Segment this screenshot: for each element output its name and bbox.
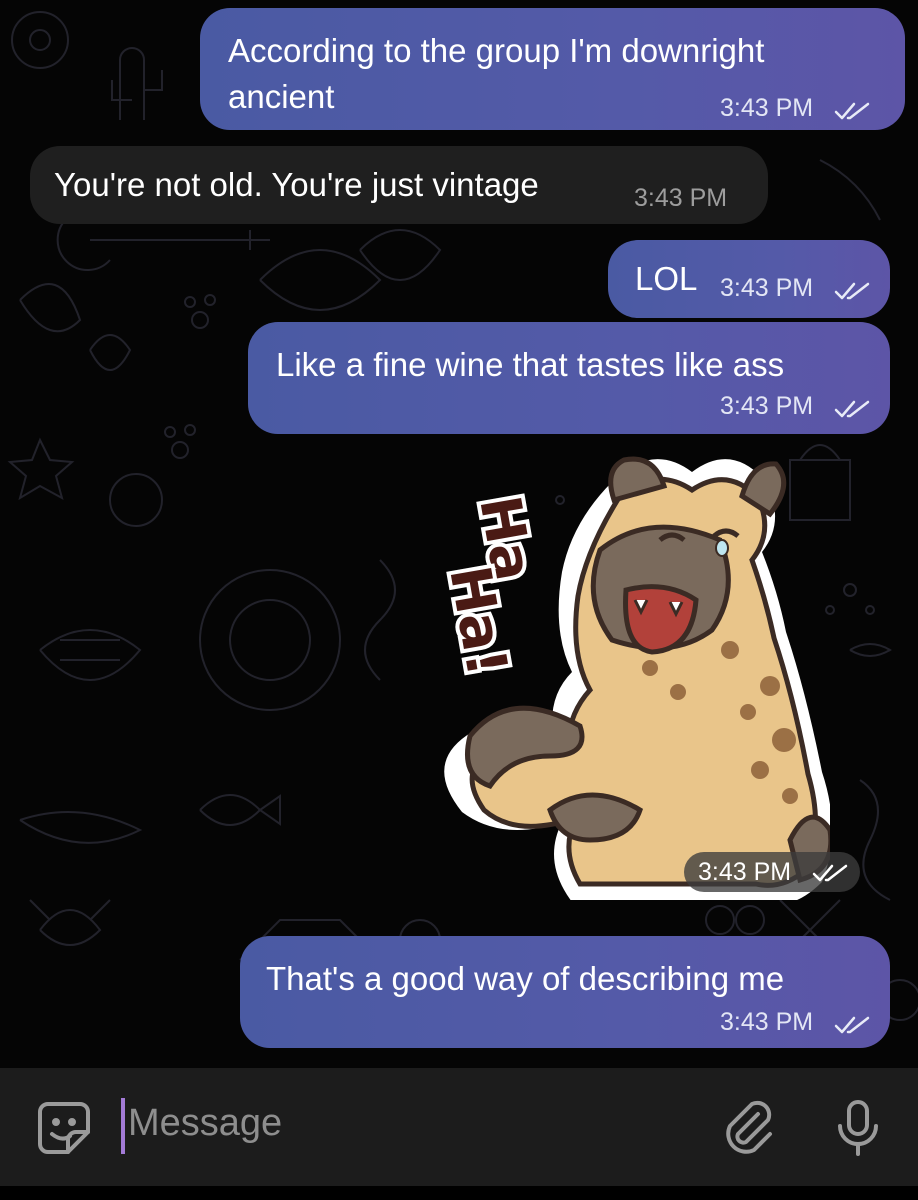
paperclip-icon[interactable] xyxy=(718,1098,778,1158)
double-check-icon xyxy=(834,102,870,120)
message-time: 3:43 PM xyxy=(720,94,814,122)
message-input[interactable]: Message xyxy=(128,1102,688,1145)
message-text-line: LOL xyxy=(635,260,698,297)
message-bubble-outgoing[interactable]: Like a fine wine that tastes like ass 3:… xyxy=(248,322,890,434)
hyena-sticker[interactable]: Ha Ha! xyxy=(430,440,830,900)
message-text-line: Like a fine wine that tastes like ass xyxy=(276,346,785,383)
message-bubble-outgoing[interactable]: That's a good way of describing me 3:43 … xyxy=(240,936,890,1048)
message-text-line: According to the group I'm downright xyxy=(228,32,765,69)
message-text-line: ancient xyxy=(228,78,335,115)
message-time: 3:43 PM xyxy=(720,1008,814,1036)
sticker-icon[interactable] xyxy=(34,1098,94,1158)
message-time: 3:43 PM xyxy=(720,274,814,302)
microphone-icon[interactable] xyxy=(828,1098,888,1158)
message-time: 3:43 PM xyxy=(720,392,814,420)
message-time: 3:43 PM xyxy=(634,184,728,212)
double-check-icon xyxy=(834,282,870,300)
double-check-icon xyxy=(834,1016,870,1034)
message-bubble-outgoing[interactable]: According to the group I'm downright anc… xyxy=(200,8,905,130)
message-bubble-outgoing[interactable]: LOL 3:43 PM xyxy=(608,240,890,318)
bottom-strip xyxy=(0,1186,918,1200)
sticker-time-badge: 3:43 PM xyxy=(684,852,860,892)
message-text-line: You're not old. You're just vintage xyxy=(54,166,539,203)
message-bubble-incoming[interactable]: You're not old. You're just vintage 3:43… xyxy=(30,146,768,224)
message-text-line: That's a good way of describing me xyxy=(266,960,785,997)
text-caret xyxy=(121,1098,125,1154)
double-check-icon xyxy=(812,864,848,882)
double-check-icon xyxy=(834,400,870,418)
message-time: 3:43 PM xyxy=(698,858,792,886)
